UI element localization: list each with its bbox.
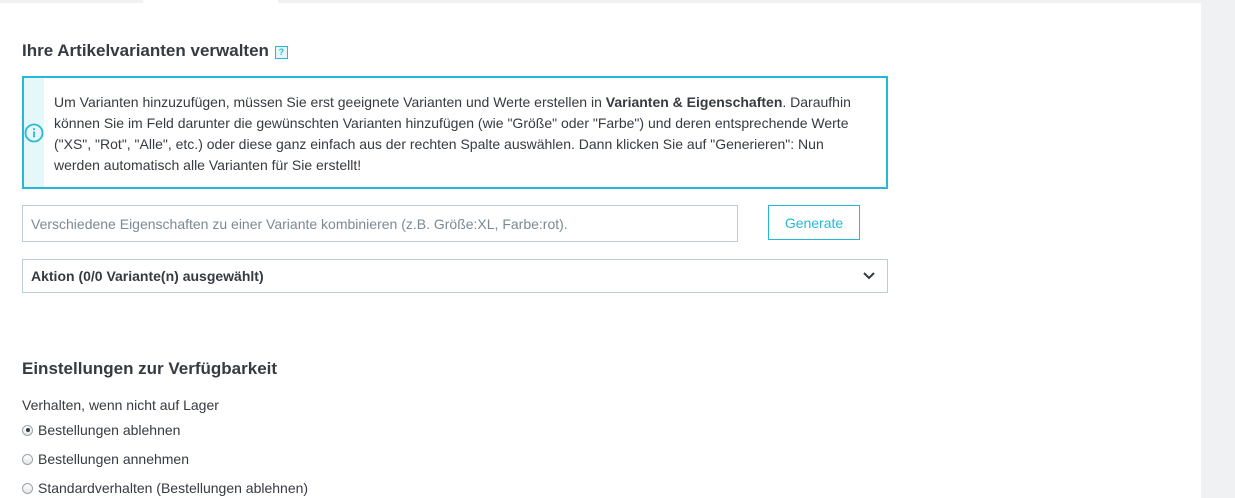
radio-deny-orders[interactable]: Bestellungen ablehnen bbox=[22, 422, 180, 438]
availability-section-title: Einstellungen zur Verfügbarkeit bbox=[22, 359, 278, 378]
out-of-stock-label: Verhalten, wenn nicht auf Lager bbox=[22, 397, 219, 413]
radio-label: Bestellungen ablehnen bbox=[38, 422, 181, 438]
radio-label: Standardverhalten (Bestellungen ablehnen… bbox=[38, 480, 309, 496]
info-text-before: Um Varianten hinzuzufügen, müssen Sie er… bbox=[54, 94, 606, 110]
generate-button[interactable]: Generate bbox=[768, 205, 860, 240]
variants-title-text: Ihre Artikelvarianten verwalten bbox=[22, 41, 269, 60]
variants-section-title: Ihre Artikelvarianten verwalten ? bbox=[22, 40, 288, 62]
radio-button[interactable] bbox=[22, 482, 33, 494]
radio-default-behavior[interactable]: Standardverhalten (Bestellungen ablehnen… bbox=[22, 480, 308, 496]
combine-attributes-input[interactable] bbox=[22, 205, 738, 242]
chevron-down-icon bbox=[863, 272, 875, 280]
info-alert-text: Um Varianten hinzuzufügen, müssen Sie er… bbox=[44, 78, 886, 187]
help-icon[interactable]: ? bbox=[274, 45, 288, 59]
radio-allow-orders[interactable]: Bestellungen annehmen bbox=[22, 451, 189, 467]
info-alert: Um Varianten hinzuzufügen, müssen Sie er… bbox=[22, 76, 888, 189]
bulk-action-dropdown[interactable]: Aktion (0/0 Variante(n) ausgewählt) bbox=[22, 259, 888, 293]
product-combinations-panel: Ihre Artikelvarianten verwalten ? Um Var… bbox=[0, 3, 1201, 498]
radio-button[interactable] bbox=[22, 424, 33, 436]
attributes-features-link[interactable]: Varianten & Eigenschaften bbox=[606, 94, 783, 110]
radio-button[interactable] bbox=[22, 453, 33, 465]
info-icon-column bbox=[24, 78, 44, 187]
radio-label: Bestellungen annehmen bbox=[38, 451, 190, 467]
info-circle-icon bbox=[24, 123, 44, 142]
bulk-action-label: Aktion (0/0 Variante(n) ausgewählt) bbox=[31, 268, 264, 284]
